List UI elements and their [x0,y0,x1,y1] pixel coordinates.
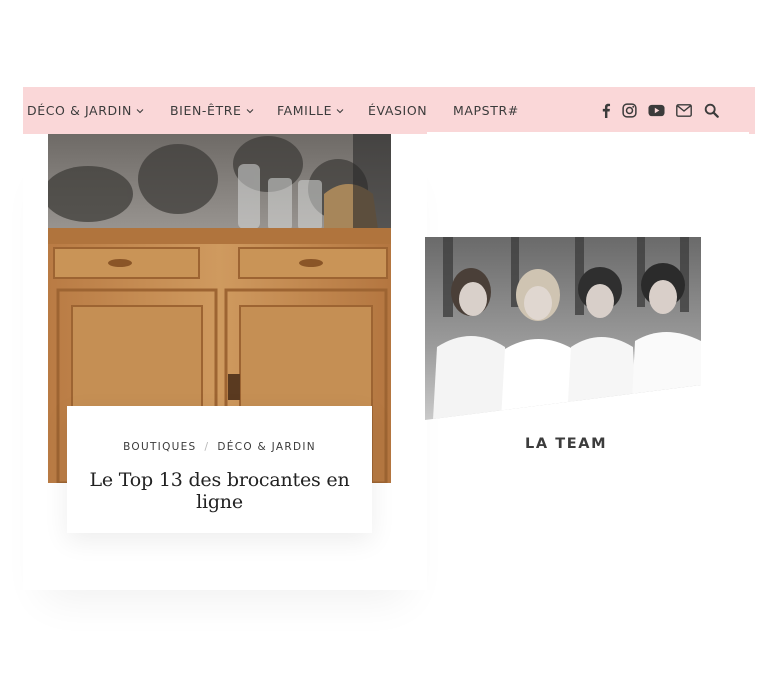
chevron-down-icon [136,108,144,114]
team-photo[interactable] [425,237,701,420]
category-link-boutiques[interactable]: BOUTIQUES [123,441,196,453]
nav-item-label: FAMILLE [277,103,333,118]
nav-item-label: ÉVASION [368,103,428,118]
facebook-icon[interactable] [601,103,611,118]
nav-item-mapstr[interactable]: MAPSTR# [453,87,519,134]
nav-item-label: DÉCO & JARDIN [27,103,132,118]
category-link-deco-jardin[interactable]: DÉCO & JARDIN [217,441,316,453]
nav-divider [427,132,749,134]
nav-item-famille[interactable]: FAMILLE [277,87,344,134]
featured-post-caption: BOUTIQUES / DÉCO & JARDIN Le Top 13 des br… [67,406,372,533]
mail-icon[interactable] [676,104,692,117]
nav-item-label: MAPSTR# [453,103,519,118]
search-icon[interactable] [704,87,719,134]
team-label[interactable]: LA TEAM [525,436,607,452]
nav-item-bien-etre[interactable]: BIEN-ÊTRE [170,87,254,134]
youtube-icon[interactable] [648,104,665,117]
main-navigation: DÉCO & JARDIN BIEN-ÊTRE FAMILLE ÉVASION … [23,87,755,134]
chevron-down-icon [336,108,344,114]
category-separator: / [204,441,210,453]
nav-item-label: BIEN-ÊTRE [170,103,242,118]
instagram-icon[interactable] [622,103,637,118]
nav-item-evasion[interactable]: ÉVASION [368,87,427,134]
chevron-down-icon [246,108,254,114]
post-title[interactable]: Le Top 13 des brocantes en ligne [67,469,372,513]
social-links [601,87,692,134]
post-categories: BOUTIQUES / DÉCO & JARDIN [67,441,372,453]
nav-item-deco-jardin[interactable]: DÉCO & JARDIN [27,87,144,134]
